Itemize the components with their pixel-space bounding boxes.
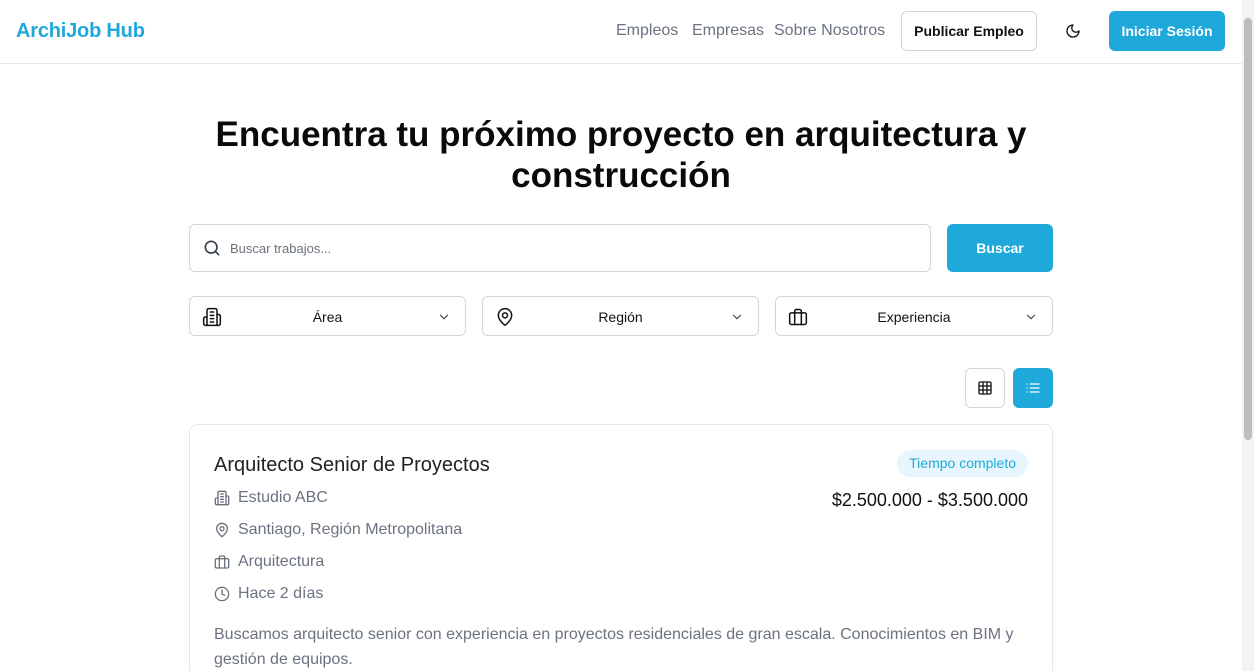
building-icon [202, 307, 222, 327]
experience-filter-select[interactable]: Experiencia [775, 296, 1053, 336]
briefcase-icon [788, 308, 808, 326]
job-posted-text: Hace 2 días [238, 585, 324, 602]
page-scrollbar[interactable] [1242, 0, 1254, 671]
hero-title-line-2: construcción [511, 156, 731, 195]
list-icon [1026, 383, 1040, 393]
job-area: Arquitectura [214, 551, 324, 573]
list-view-button[interactable] [1013, 368, 1053, 408]
job-description-line-2: gestión de equipos. [214, 651, 353, 668]
job-posted: Hace 2 días [214, 583, 323, 605]
clock-icon [214, 586, 230, 602]
map-pin-icon [216, 522, 228, 538]
chevron-down-icon [732, 314, 742, 320]
job-location-text: Santiago, Región Metropolitana [238, 521, 463, 538]
building-icon [214, 490, 230, 506]
hero-title: Encuentra tu próximo proyecto en arquite… [189, 114, 1053, 196]
hero-title-line-1: Encuentra tu próximo proyecto en arquite… [215, 115, 1027, 154]
job-location: Santiago, Región Metropolitana [214, 519, 462, 541]
job-salary: $2.500.000 - $3.500.000 [831, 490, 1028, 510]
chevron-down-icon [1026, 314, 1036, 320]
experience-filter-label: Experiencia [877, 309, 951, 325]
job-area-text: Arquitectura [238, 553, 325, 570]
login-button[interactable]: Iniciar Sesión [1109, 11, 1225, 51]
moon-icon [1066, 24, 1080, 38]
area-filter-label: Área [312, 309, 343, 325]
nav-link-empresas[interactable]: Empresas [692, 22, 764, 40]
job-description: Buscamos arquitecto senior con experienc… [214, 622, 1024, 671]
search-icon [204, 240, 220, 256]
job-company: Estudio ABC [214, 487, 328, 509]
briefcase-icon [214, 555, 230, 569]
job-company-name: Estudio ABC [238, 489, 328, 506]
grid-view-button[interactable] [965, 368, 1005, 408]
nav-link-empleos[interactable]: Empleos [616, 22, 678, 40]
region-filter-select[interactable]: Región [482, 296, 759, 336]
search-box [189, 224, 931, 272]
search-input[interactable] [230, 225, 920, 271]
region-filter-label: Región [598, 309, 643, 325]
chevron-down-icon [439, 314, 449, 320]
job-title[interactable]: Arquitecto Senior de Proyectos [214, 454, 490, 477]
job-type-badge: Tiempo completo [897, 450, 1028, 477]
theme-toggle-button[interactable] [1057, 15, 1089, 47]
job-description-line-1: Buscamos arquitecto senior con experienc… [214, 626, 1014, 643]
map-pin-icon [497, 307, 513, 327]
publish-job-button[interactable]: Publicar Empleo [901, 11, 1037, 51]
logo[interactable]: ArchiJob Hub [16, 20, 145, 43]
grid-icon [978, 381, 992, 395]
scrollbar-thumb[interactable] [1244, 18, 1252, 440]
area-filter-select[interactable]: Área [189, 296, 466, 336]
search-button[interactable]: Buscar [947, 224, 1053, 272]
nav-link-sobre-nosotros[interactable]: Sobre Nosotros [774, 22, 885, 40]
job-card[interactable]: Arquitecto Senior de Proyectos Tiempo co… [189, 424, 1053, 671]
top-navbar: ArchiJob Hub Empleos Empresas Sobre Noso… [0, 0, 1242, 64]
